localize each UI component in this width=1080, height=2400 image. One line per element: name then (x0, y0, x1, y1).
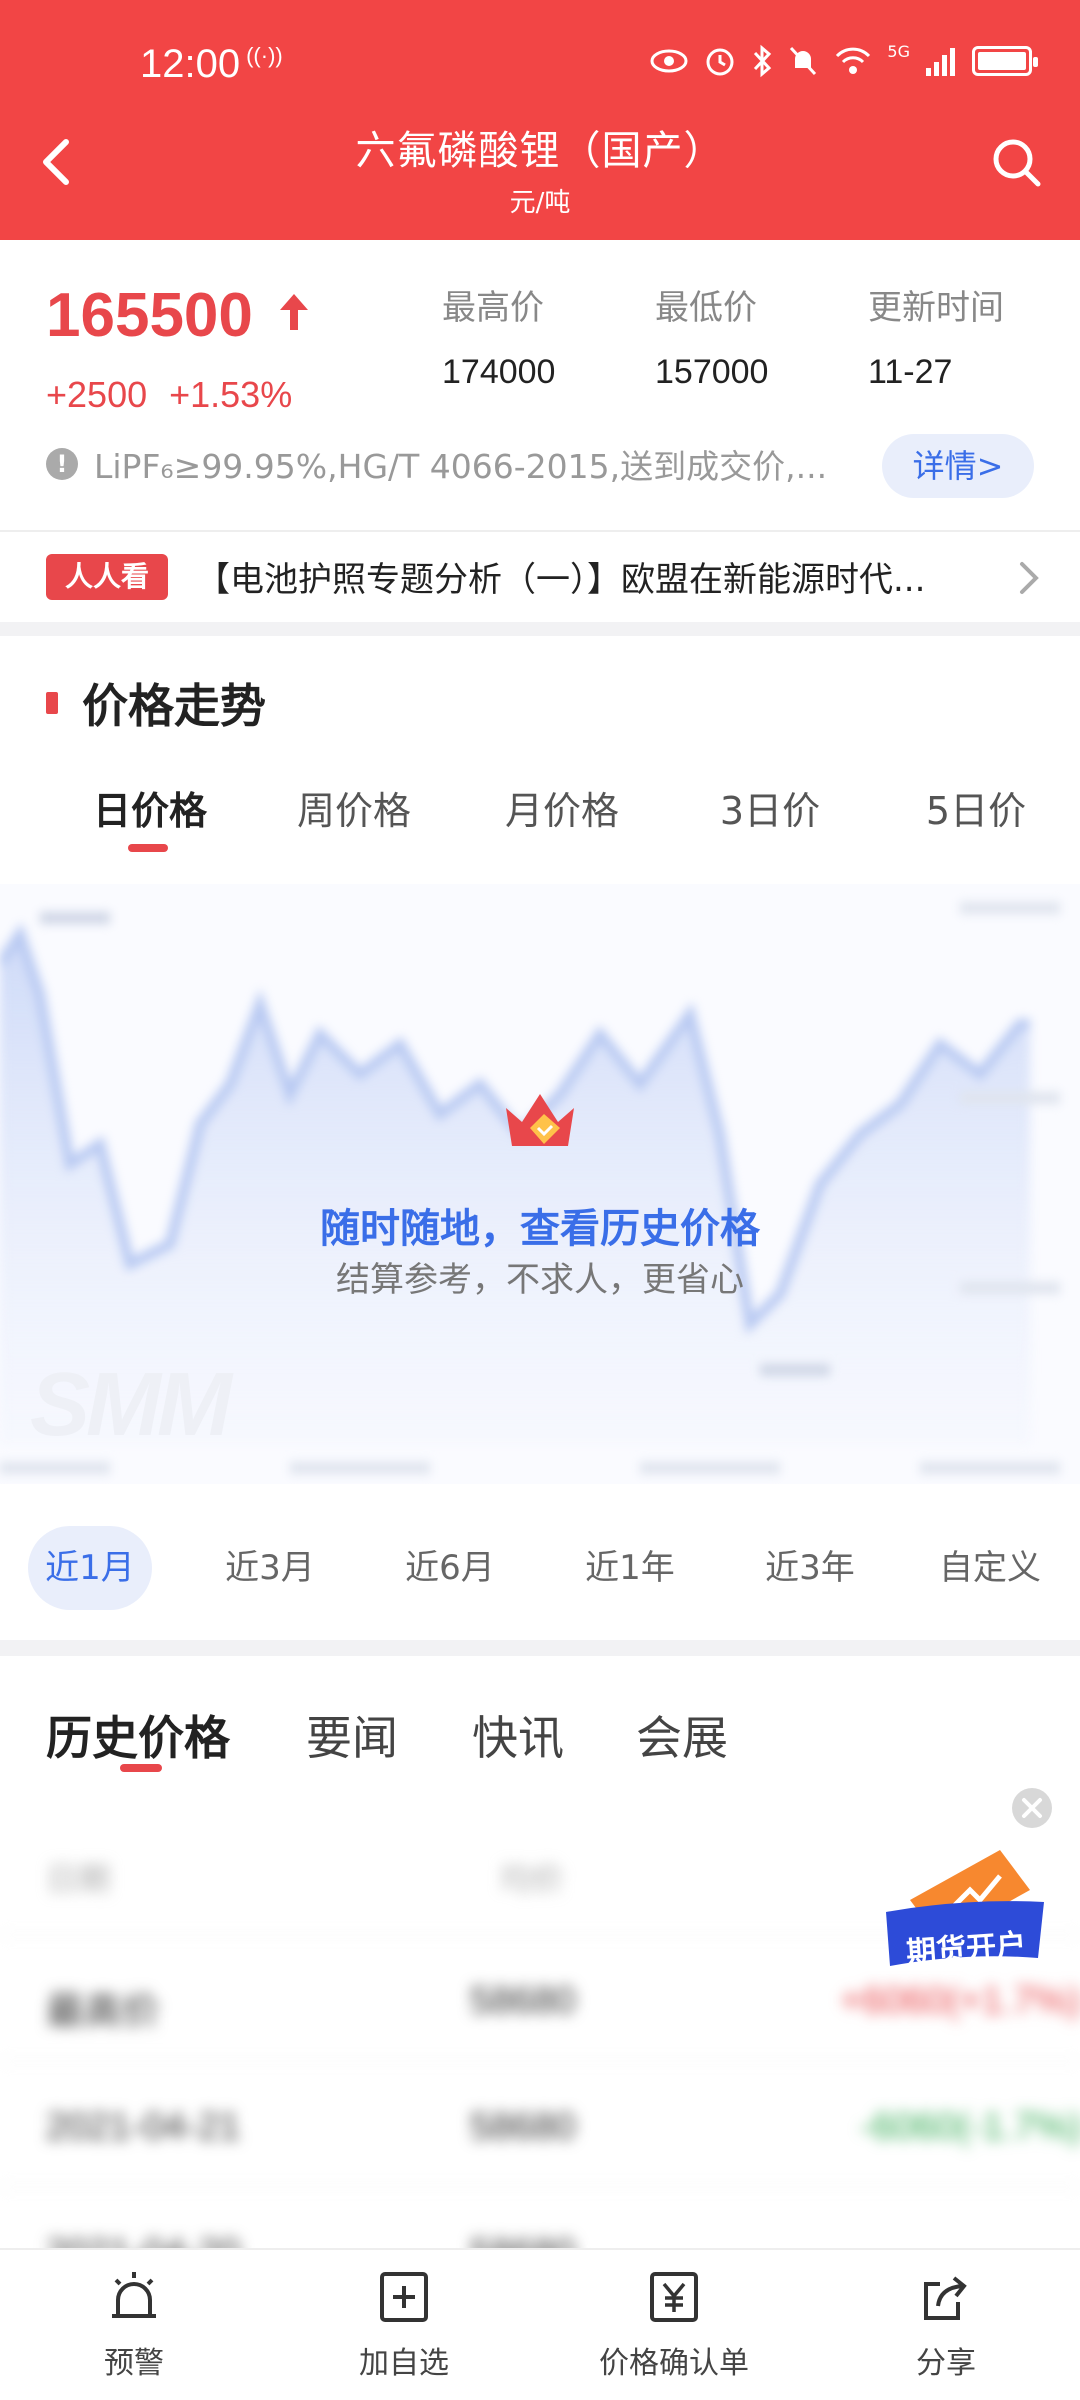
content-tabs: 历史价格 要闻 快讯 会展 (0, 1656, 1080, 1806)
tab-news[interactable]: 要闻 (306, 1702, 398, 1768)
price-summary: 165500 +2500 +1.53% 最高价 174000 最低价 157000… (0, 240, 1080, 530)
nav-add-watchlist[interactable]: 加自选 (304, 2268, 504, 2382)
alarm-icon (706, 48, 734, 76)
range-selector: 近1月 近3月 近6月 近1年 近3年 自定义 (0, 1510, 1080, 1630)
section-gap (0, 622, 1080, 636)
ticker-badge: 人人看 (46, 554, 168, 600)
tab-weekly-price[interactable]: 周价格 (292, 780, 416, 835)
stat-label: 最高价 (442, 288, 544, 328)
range-3-months[interactable]: 近3月 (208, 1526, 332, 1610)
spec-line: ! LiPF₆≥99.95%,HG/T 4066-2015,送到成交价,... (46, 440, 846, 488)
info-icon: ! (46, 448, 78, 480)
detail-button[interactable]: 详情> (882, 434, 1034, 498)
tab-underline (120, 1764, 162, 1772)
range-1-year[interactable]: 近1年 (568, 1526, 692, 1610)
chevron-right-icon[interactable] (1014, 558, 1044, 598)
nav-price-confirmation[interactable]: 价格确认单 (574, 2268, 774, 2382)
tab-5day-price[interactable]: 5日价 (918, 780, 1034, 835)
stat-low: 最低价 157000 (655, 280, 768, 392)
change-percent: +1.53% (169, 374, 293, 415)
stat-value: 174000 (442, 353, 556, 391)
section-marker (46, 692, 58, 714)
tab-history-price[interactable]: 历史价格 (46, 1702, 230, 1768)
mute-icon (790, 46, 817, 76)
row-date: 2021-04-21 (46, 2106, 241, 2148)
bluetooth-icon (754, 44, 772, 78)
wifi-icon (836, 47, 871, 74)
status-bar: 12:00 ((·)) 5G (0, 0, 1080, 130)
cellular-icon (926, 48, 955, 76)
section-title: 价格走势 (82, 679, 266, 733)
nav-alert[interactable]: 预警 (34, 2268, 234, 2382)
column-header: 均价 (500, 1861, 565, 1897)
row-date: 最高价 (46, 1991, 161, 2033)
price-confirm-icon (650, 2272, 698, 2322)
trend-header: 价格走势 (46, 670, 266, 736)
page-title: 六氟磷酸锂（国产） (355, 128, 725, 174)
tab-flash[interactable]: 快讯 (472, 1702, 564, 1768)
status-time: 12:00 (140, 42, 241, 86)
stat-label: 最低价 (655, 288, 757, 328)
ticker-headline[interactable]: 【电池护照专题分析（一）】欧盟在新能源时代... (196, 552, 986, 601)
tab-3day-price[interactable]: 3日价 (712, 780, 828, 835)
section-gap (0, 1640, 1080, 1656)
table-row: 2021-04-21 58680 -6060(-1.7%) (0, 2062, 1080, 2188)
price-chart[interactable]: SMM 随时随地，查看历史价格 结算参考，不求人，更省心 (0, 884, 1080, 1484)
range-6-months[interactable]: 近6月 (388, 1526, 512, 1610)
tab-exhibition[interactable]: 会展 (636, 1702, 728, 1768)
futures-account-promo[interactable]: 期货开户 (880, 1840, 1050, 1980)
overlay-title: 随时随地，查看历史价格 (320, 1206, 760, 1252)
nav-label: 分享 (916, 2346, 976, 2381)
signal-label: 5G (887, 42, 910, 61)
overlay-subtitle: 结算参考，不求人，更省心 (336, 1260, 744, 1300)
column-header: 日期 (46, 1861, 111, 1897)
bottom-navigation: 预警 加自选 价格确认单 分享 (0, 2248, 1080, 2400)
price-change: +2500 +1.53% (46, 374, 292, 416)
page-unit: 元/吨 (509, 188, 571, 218)
nav-label: 价格确认单 (599, 2346, 749, 2381)
spec-text: LiPF₆≥99.95%,HG/T 4066-2015,送到成交价,... (94, 447, 828, 486)
current-price: 165500 (46, 281, 253, 350)
alarm-bell-icon (112, 2272, 156, 2318)
row-value: 58680 (470, 1980, 576, 2022)
nav-share[interactable]: 分享 (846, 2268, 1046, 2382)
nav-label: 加自选 (359, 2346, 449, 2381)
arrow-up-icon (280, 294, 308, 330)
tab-monthly-price[interactable]: 月价格 (500, 780, 624, 835)
range-custom[interactable]: 自定义 (928, 1526, 1052, 1610)
chart-lock-overlay[interactable]: SMM 随时随地，查看历史价格 结算参考，不求人，更省心 (0, 884, 1080, 1484)
title-group: 六氟磷酸锂（国产） 元/吨 (0, 118, 1080, 219)
nav-label: 预警 (104, 2346, 164, 2381)
tab-daily-price[interactable]: 日价格 (88, 780, 212, 835)
row-change: -6060(-1.7%) (860, 2106, 1080, 2148)
table-row: 2021-04-20 58680 (0, 2188, 1080, 2250)
hotspot-icon: ((·)) (246, 42, 283, 68)
stat-label: 更新时间 (868, 288, 1004, 328)
eye-icon (650, 49, 688, 73)
app-header: 12:00 ((·)) 5G 六氟磷酸锂（国产） 元/吨 (0, 0, 1080, 240)
add-watchlist-icon (380, 2272, 428, 2322)
stat-value: 157000 (655, 353, 769, 391)
row-change: +6060(+1.7%) (840, 1980, 1080, 2022)
stat-high: 最高价 174000 (442, 280, 555, 392)
share-icon (924, 2276, 967, 2320)
range-1-month[interactable]: 近1月 (28, 1526, 152, 1610)
vip-crown-icon (506, 1094, 574, 1146)
stat-value: 11-27 (868, 353, 953, 391)
tab-underline (128, 844, 168, 852)
range-3-years[interactable]: 近3年 (748, 1526, 872, 1610)
period-tabs: 日价格 周价格 月价格 3日价 5日价 (0, 780, 1080, 860)
change-absolute: +2500 (46, 374, 148, 415)
stat-update-time: 更新时间 11-27 (868, 280, 1004, 392)
search-icon[interactable] (986, 132, 1046, 192)
smm-watermark: SMM (30, 1355, 232, 1455)
news-ticker[interactable]: 人人看 【电池护照专题分析（一）】欧盟在新能源时代... (0, 532, 1080, 622)
status-icons: 5G (649, 42, 1038, 78)
battery-icon (972, 46, 1038, 76)
row-value: 58680 (470, 2106, 576, 2148)
close-icon[interactable] (1010, 1786, 1054, 1830)
